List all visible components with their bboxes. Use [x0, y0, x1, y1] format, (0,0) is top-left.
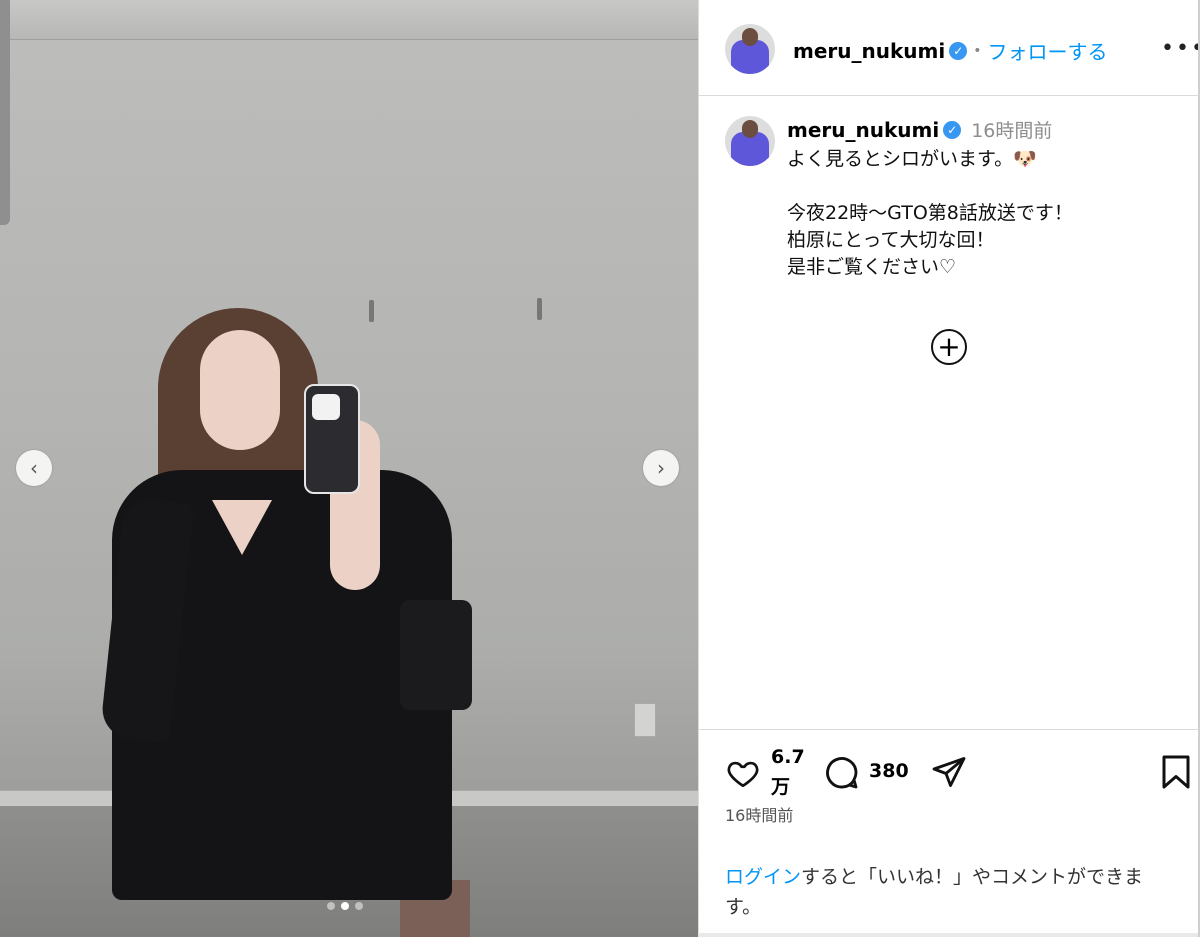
like-count-unit[interactable]: 万	[771, 772, 790, 799]
caption-section: meru_nukumi ✓ 16時間前 よく見るとシロがいます。🐶 今夜22時〜…	[699, 96, 1199, 728]
share-icon[interactable]	[931, 754, 967, 790]
subject-bag	[400, 600, 472, 710]
caption-user-line: meru_nukumi ✓ 16時間前	[787, 116, 1052, 143]
comment-count[interactable]: 380	[869, 760, 909, 782]
subject-neckline	[212, 500, 272, 555]
heart-icon[interactable]	[725, 756, 761, 790]
carousel-dot	[341, 902, 349, 910]
post-timestamp[interactable]: 16時間前	[725, 802, 793, 826]
header-user-line: meru_nukumi ✓ • フォローする	[793, 36, 1107, 65]
verified-badge-icon: ✓	[943, 120, 962, 139]
caption-avatar[interactable]	[725, 116, 775, 166]
like-count-value[interactable]: 6.7	[771, 746, 805, 768]
more-options-icon[interactable]: •••	[1161, 36, 1200, 61]
post-photo[interactable]: ‹ ›	[0, 0, 698, 937]
carousel-dot	[355, 902, 363, 910]
login-link[interactable]: ログイン	[725, 866, 801, 888]
carousel-dot	[327, 902, 335, 910]
comment-icon[interactable]	[823, 754, 859, 790]
photo-ceiling	[0, 0, 698, 40]
wall-outlet	[634, 703, 656, 737]
carousel-prev-button[interactable]: ‹	[16, 450, 52, 486]
photo-pipe	[0, 0, 10, 225]
username-link[interactable]: meru_nukumi	[793, 39, 945, 63]
wall-hook	[537, 298, 542, 320]
subject-phone	[304, 384, 360, 494]
carousel-next-button[interactable]: ›	[643, 450, 679, 486]
post-actions: 6.7 万 380 16時間前 ログインすると「いいね！」やコメントができます。	[699, 729, 1199, 933]
caption-username-link[interactable]: meru_nukumi	[787, 118, 939, 142]
caption-time[interactable]: 16時間前	[971, 116, 1052, 143]
login-prompt: ログインすると「いいね！」やコメントができます。	[725, 862, 1175, 922]
caption-text: よく見るとシロがいます。🐶 今夜22時〜GTO第8話放送です！ 柏原にとって大切…	[787, 148, 1073, 278]
wall-hook	[369, 300, 374, 322]
follow-button[interactable]: フォローする	[987, 36, 1107, 65]
separator-dot: •	[973, 42, 982, 59]
verified-badge-icon: ✓	[949, 41, 968, 60]
chevron-right-icon: ›	[657, 456, 665, 480]
carousel-dots	[327, 902, 363, 910]
post-side-panel: meru_nukumi ✓ • フォローする ••• meru_nukumi ✓…	[698, 0, 1200, 933]
load-more-comments-icon[interactable]: +	[931, 329, 967, 365]
avatar[interactable]	[725, 24, 775, 74]
subject-face	[200, 330, 280, 450]
post-header: meru_nukumi ✓ • フォローする •••	[699, 0, 1200, 96]
chevron-left-icon: ‹	[30, 456, 38, 480]
bookmark-icon[interactable]	[1161, 754, 1191, 790]
